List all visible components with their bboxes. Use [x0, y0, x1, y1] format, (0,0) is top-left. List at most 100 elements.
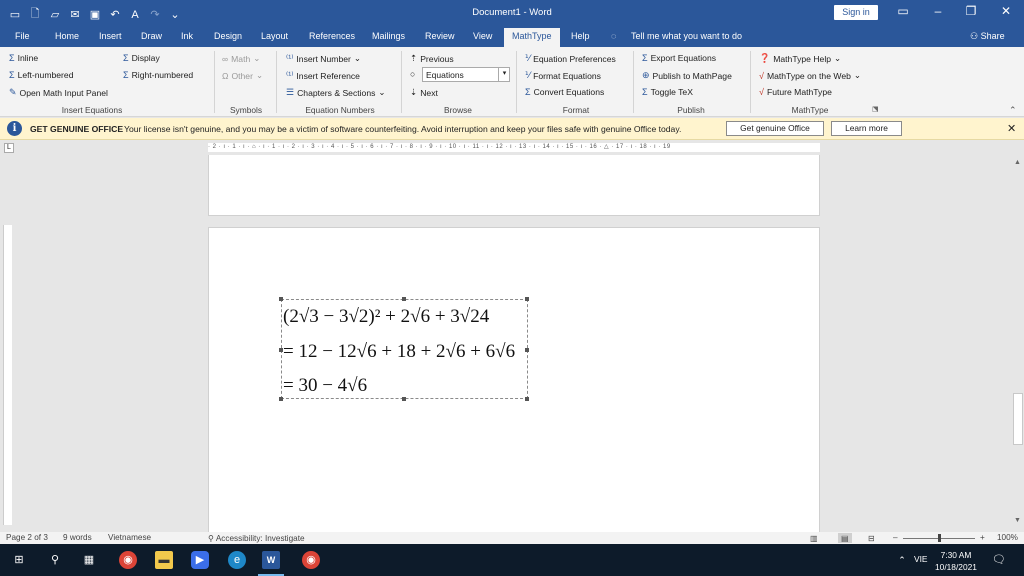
vertical-scrollbar[interactable]: ▲ ▼ [1012, 155, 1024, 532]
minimize-button[interactable]: – [928, 4, 948, 18]
collapse-ribbon-icon[interactable]: ⌃ [1009, 105, 1017, 116]
chapters-sections-button[interactable]: ☰ Chapters & Sections ⌄ [286, 87, 386, 98]
open-math-input-button[interactable]: ✎ Open Math Input Panel [9, 87, 108, 98]
tab-references[interactable]: References [309, 31, 355, 41]
publish-mathpage-button[interactable]: ⊕ Publish to MathPage [642, 70, 732, 81]
tab-design[interactable]: Design [214, 31, 242, 41]
convert-equations-button[interactable]: Σ Convert Equations [525, 87, 604, 97]
tab-review[interactable]: Review [425, 31, 455, 41]
resize-handle[interactable] [525, 297, 529, 301]
zoom-app-icon[interactable]: ▶ [191, 551, 209, 569]
close-button[interactable]: ✕ [996, 4, 1016, 18]
zoom-out-icon[interactable]: – [893, 533, 898, 542]
restore-button[interactable]: ❐ [961, 4, 981, 18]
file-explorer-icon[interactable]: ▬ [155, 551, 173, 569]
zoom-in-icon[interactable]: + [980, 533, 985, 542]
tab-home[interactable]: Home [55, 31, 79, 41]
insert-reference-button[interactable]: ⁽¹⁾ Insert Reference [286, 70, 360, 81]
display-button[interactable]: Σ Display [123, 53, 160, 63]
tab-file[interactable]: File [15, 31, 30, 41]
show-hidden-icons[interactable]: ⌃ [893, 551, 911, 569]
resize-handle[interactable] [402, 297, 406, 301]
tab-mailings[interactable]: Mailings [372, 31, 405, 41]
web-layout-icon[interactable]: ⊟ [868, 533, 875, 543]
display-label: Display [131, 53, 160, 63]
tab-view[interactable]: View [473, 31, 492, 41]
tab-selector[interactable]: L [4, 143, 14, 153]
equation-line-2: = 12 − 12√6 + 18 + 2√6 + 6√6 [283, 341, 516, 362]
group-format: Format [562, 105, 590, 115]
future-mathtype-button[interactable]: √ Future MathType [759, 87, 832, 97]
next-button[interactable]: ⇣ Next [410, 87, 438, 98]
left-numbered-button[interactable]: Σ Left-numbered [9, 70, 73, 80]
previous-button[interactable]: ⇡ Previous [410, 53, 454, 64]
toggle-tex-button[interactable]: Σ Toggle TeX [642, 87, 693, 97]
tab-layout[interactable]: Layout [261, 31, 288, 41]
browse-type-select[interactable]: Equations [422, 67, 510, 82]
equation-preferences-button[interactable]: ⅟ Equation Preferences [525, 53, 616, 64]
format-equations-button[interactable]: ⅟ Format Equations [525, 70, 601, 81]
inline-button[interactable]: Σ Inline [9, 53, 38, 63]
share-button[interactable]: ⚇ Share [970, 31, 1005, 42]
tab-insert[interactable]: Insert [99, 31, 122, 41]
share-label: Share [980, 31, 1005, 41]
page-1-bottom [208, 155, 820, 216]
learn-more-button[interactable]: Learn more [831, 121, 902, 136]
tab-mathtype[interactable]: MathType [504, 28, 560, 47]
notifications-icon[interactable]: 🗨 [990, 551, 1008, 569]
read-mode-icon[interactable]: ▥ [810, 533, 818, 543]
resize-handle[interactable] [279, 297, 283, 301]
mathtype-web-button[interactable]: √ MathType on the Web ⌄ [759, 70, 861, 81]
tab-help[interactable]: Help [571, 31, 590, 41]
input-language[interactable]: VIE [914, 554, 928, 564]
word-count[interactable]: 9 words [63, 533, 92, 542]
accessibility-checker[interactable]: ⚲ Accessibility: Investigate [208, 533, 305, 543]
other-button[interactable]: Ω Other ⌄ [222, 70, 263, 81]
ribbon-tabs: File Home Insert Draw Ink Design Layout … [0, 26, 1024, 47]
close-icon[interactable]: ✕ [1007, 122, 1016, 135]
resize-handle[interactable] [525, 348, 529, 352]
scroll-up-icon[interactable]: ▲ [1014, 159, 1021, 166]
export-equations-button[interactable]: Σ Export Equations [642, 53, 716, 63]
chevron-down-icon[interactable]: ▾ [498, 67, 510, 82]
tell-me-search[interactable]: Tell me what you want to do [631, 31, 742, 41]
sign-in-button[interactable]: Sign in [834, 5, 878, 20]
group-divider [276, 51, 277, 113]
language-indicator[interactable]: Vietnamese [108, 533, 151, 542]
task-view-icon[interactable]: ▦ [80, 551, 98, 569]
mathtype-help-label: MathType Help [773, 53, 832, 64]
word-taskbar-icon[interactable]: W [262, 551, 280, 569]
zoom-slider-thumb[interactable] [938, 534, 941, 542]
search-icon[interactable]: ⚲ [46, 551, 64, 569]
mathtype-help-button[interactable]: ❓ MathType Help ⌄ [759, 53, 841, 64]
page-indicator[interactable]: Page 2 of 3 [6, 533, 48, 542]
insert-number-button[interactable]: ⁽¹⁾ Insert Number ⌄ [286, 53, 361, 64]
ribbon: Σ Inline Σ Left-numbered ✎ Open Math Input … [0, 47, 1024, 117]
horizontal-ruler[interactable]: · 2 · ı · 1 · ı · ⌂ · ı · 1 · ı · 2 · ı … [208, 143, 820, 152]
zoom-level[interactable]: 100% [997, 533, 1018, 542]
resize-handle[interactable] [279, 397, 283, 401]
inline-label: Inline [17, 53, 39, 63]
dialog-launcher-icon[interactable]: ⬔ [872, 105, 879, 113]
tab-ink[interactable]: Ink [181, 31, 193, 41]
right-numbered-button[interactable]: Σ Right-numbered [123, 70, 193, 80]
ribbon-display-options-icon[interactable]: ▭ [893, 4, 913, 18]
omega-icon: Ω [222, 70, 229, 81]
scroll-down-icon[interactable]: ▼ [1014, 517, 1021, 524]
print-layout-icon[interactable]: ▤ [838, 533, 852, 543]
math-button[interactable]: ∞ Math ⌄ [222, 53, 260, 64]
windows-start-icon[interactable]: ⊞ [10, 551, 28, 569]
tab-draw[interactable]: Draw [141, 31, 162, 41]
get-genuine-office-button[interactable]: Get genuine Office [726, 121, 824, 136]
chapters-sections-label: Chapters & Sections [297, 87, 376, 98]
math-label: Math [231, 53, 251, 64]
resize-handle[interactable] [402, 397, 406, 401]
chrome-profile-icon[interactable]: ◉ [302, 551, 320, 569]
genuine-office-message-bar: i GET GENUINE OFFICE Your license isn't … [0, 118, 1024, 140]
windows-taskbar: ⊞ ⚲ ▦ ◉ ▬ ▶ e W ◉ ⌃ VIE 7:30 AM 10/18/202… [0, 544, 1024, 576]
chrome-icon[interactable]: ◉ [119, 551, 137, 569]
scrollbar-thumb[interactable] [1013, 393, 1023, 445]
edge-icon[interactable]: e [228, 551, 246, 569]
resize-handle[interactable] [525, 397, 529, 401]
clock[interactable]: 7:30 AM 10/18/2021 [935, 549, 977, 573]
